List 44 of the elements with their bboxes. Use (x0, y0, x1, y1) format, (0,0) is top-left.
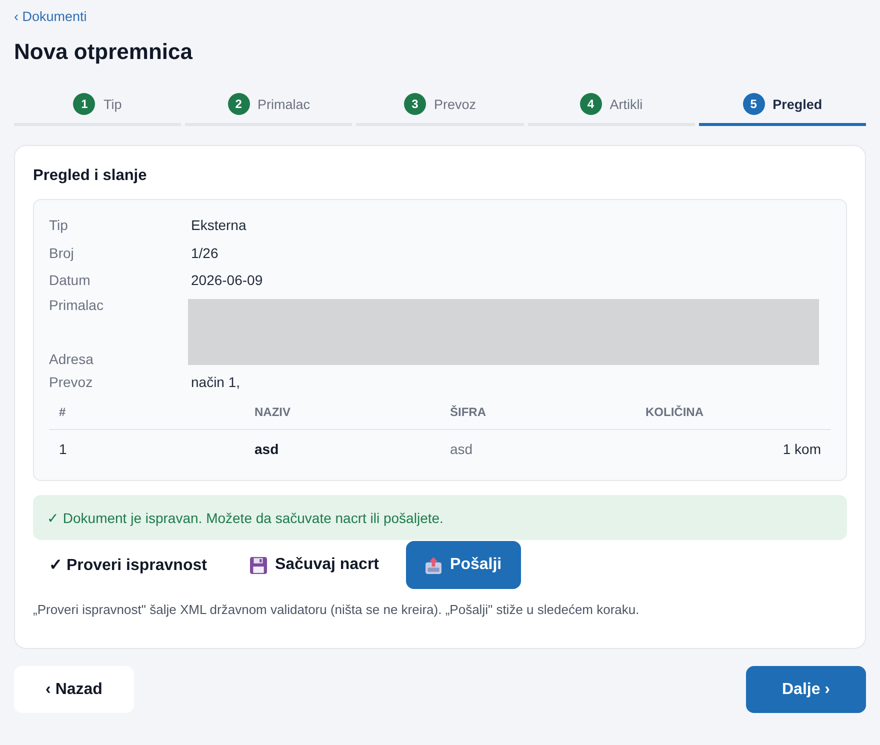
step-label: Primalac (258, 96, 310, 112)
column-header: ŠIFRA (450, 405, 486, 419)
validate-button[interactable]: ✓ Proveri ispravnost (33, 541, 223, 589)
step-number: 5 (742, 93, 765, 115)
table-cell: 1 kom (782, 441, 821, 457)
field-value: 1/26 (191, 244, 218, 262)
back-link[interactable]: ‹ Dokumenti (14, 9, 87, 24)
step-number: 2 (228, 93, 250, 115)
step-tab[interactable]: 3 Prevoz (356, 88, 524, 126)
page-title: Nova otpremnica (14, 38, 192, 66)
step-number: 3 (404, 93, 426, 115)
step-tab[interactable]: 4 Artikli (528, 88, 695, 126)
table-cell: asd (450, 441, 473, 457)
field-label: Datum (49, 271, 90, 290)
step-label: Pregled (772, 96, 822, 112)
back-button[interactable]: ‹ Nazad (14, 666, 134, 713)
field-label: Primalac (49, 296, 104, 314)
field-label: Tip (49, 216, 68, 235)
send-button[interactable]: Pošalji (406, 541, 521, 589)
field-value: Eksterna (191, 216, 246, 235)
table-cell: 1 (59, 441, 67, 457)
step-number: 4 (580, 93, 602, 115)
save-draft-button[interactable]: Sačuvaj nacrt (234, 541, 396, 589)
field-label: Broj (49, 244, 74, 263)
step-label: Artikli (610, 96, 643, 112)
step-number: 1 (73, 93, 96, 115)
column-header: KOLIČINA (646, 405, 704, 419)
table-cell: asd (254, 441, 279, 457)
step-label: Tip (103, 96, 122, 112)
column-header: NAZIV (254, 405, 290, 419)
help-note: „Proveri ispravnost" šalje XML državnom validatoru (ništa se ne kreira). „Pošalji" stiže u sledećem koraku. (33, 601, 640, 618)
field-label: Prevoz (49, 372, 93, 392)
step-tab[interactable]: 1 Tip (14, 88, 182, 126)
card-title: Pregled i slanje (33, 166, 147, 186)
success-message: ✓ Dokument je ispravan. Možete da sačuvate nacrt ili pošaljete. (33, 495, 847, 540)
outbox-tray-icon (425, 556, 442, 574)
field-value: 2026-06-09 (191, 271, 263, 290)
step-tab[interactable]: 2 Primalac (185, 88, 352, 126)
next-button[interactable]: Dalje › (746, 666, 866, 713)
column-header: # (59, 405, 66, 419)
field-value: način 1, (191, 372, 240, 392)
field-label: Adresa (49, 350, 94, 368)
step-label: Prevoz (434, 96, 476, 112)
step-tab[interactable]: 5 Pregled (698, 88, 866, 126)
